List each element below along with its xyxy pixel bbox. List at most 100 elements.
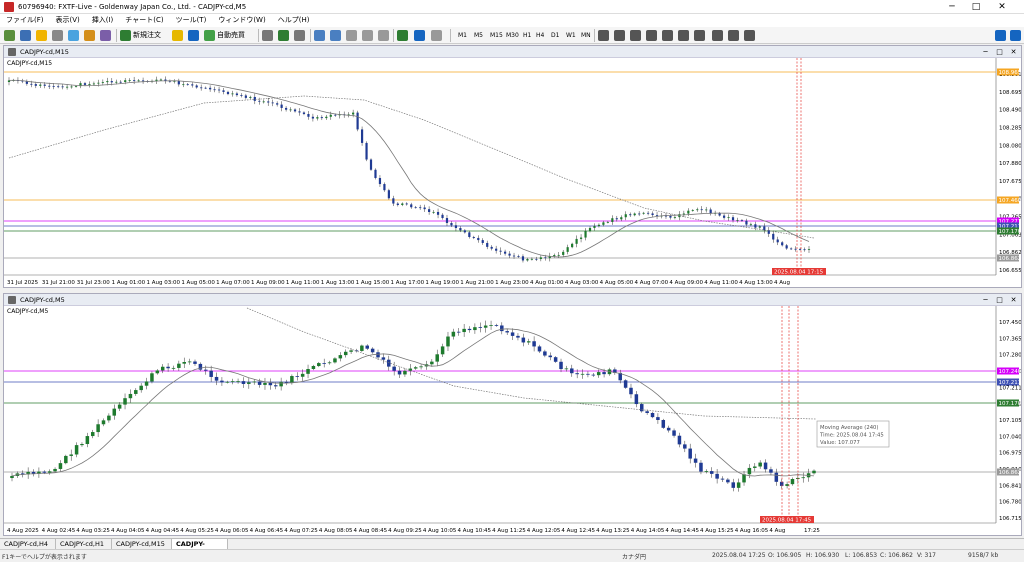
minimize-button[interactable]: ─ — [942, 1, 962, 13]
chart-minimize-button[interactable]: ─ — [980, 295, 991, 305]
chat-icon[interactable] — [1010, 30, 1021, 41]
arrows-icon[interactable] — [744, 30, 755, 41]
candle-body — [396, 203, 399, 206]
chart-window-m15[interactable]: CADJPY-cd,M15 ─ □ ✕ CADJPY-cd,M15 106.90… — [3, 45, 1022, 288]
chart-minimize-button[interactable]: ─ — [980, 47, 991, 57]
menu-help[interactable]: ヘルプ(H) — [272, 14, 316, 27]
signals-icon[interactable] — [188, 30, 199, 41]
candle-body — [754, 224, 757, 228]
price-line-label: 107.170 — [999, 229, 1022, 235]
label-icon[interactable] — [728, 30, 739, 41]
timeframe-d1[interactable]: D1 — [549, 30, 561, 41]
data-window-icon[interactable] — [52, 30, 63, 41]
candle-body — [794, 248, 797, 250]
menu-tools[interactable]: ツール(T) — [170, 14, 213, 27]
candle-body — [74, 445, 79, 455]
editor-icon[interactable] — [172, 30, 183, 41]
tile-windows-icon[interactable] — [346, 30, 357, 41]
candle-body — [262, 101, 265, 103]
new-chart-icon[interactable] — [4, 30, 15, 41]
candle-body — [80, 444, 84, 446]
chart-shift-icon[interactable] — [362, 30, 373, 41]
candle-body — [468, 232, 471, 238]
candle-body — [763, 462, 768, 470]
candlestick-icon[interactable] — [278, 30, 289, 41]
timeframe-m30[interactable]: M30 — [504, 30, 521, 41]
candle-body — [596, 372, 601, 376]
new-order-icon[interactable] — [120, 30, 131, 41]
chart-close-button[interactable]: ✕ — [1008, 47, 1019, 57]
candle-body — [798, 249, 802, 250]
time-tick-label: 4 Aug 11:00 — [704, 280, 738, 286]
candle-body — [463, 230, 466, 233]
price-line-label: 106.862 — [999, 470, 1022, 476]
chart-plot-m15[interactable]: 106.900108.695108.490108.285108.080107.8… — [4, 58, 1021, 287]
vertical-line-icon[interactable] — [630, 30, 641, 41]
chart-close-button[interactable]: ✕ — [1008, 295, 1019, 305]
close-button[interactable]: ✕ — [992, 1, 1012, 13]
time-tick-label: 1 Aug 13:00 — [321, 280, 355, 286]
candle-body — [209, 370, 213, 377]
new-order-button[interactable]: 新規注文 — [133, 29, 161, 42]
maximize-button[interactable]: □ — [966, 1, 986, 13]
ma-tooltip-line: Value: 107.077 — [820, 440, 860, 446]
chart-plot-m5[interactable]: 107.450 107.365 107.280 107.240 107.211 107.1… — [4, 306, 1021, 535]
menu-file[interactable]: ファイル(F) — [0, 14, 50, 27]
timeframe-mn[interactable]: MN — [579, 30, 593, 41]
candle-body — [543, 351, 547, 356]
candle-body — [537, 346, 542, 352]
time-tick-label: 4 Aug 11:25 — [492, 528, 526, 534]
candle-body — [273, 385, 278, 387]
search-icon[interactable] — [995, 30, 1006, 41]
candle-body — [687, 210, 690, 214]
candle-body — [133, 80, 136, 81]
chart-maximize-button[interactable]: □ — [994, 295, 1005, 305]
time-tick-label: 1 Aug 23:00 — [495, 280, 529, 286]
templates-icon[interactable] — [431, 30, 442, 41]
timeframe-m1[interactable]: M1 — [456, 30, 469, 41]
time-tick-label: 4 Aug 10:45 — [457, 528, 491, 534]
periods-icon[interactable] — [414, 30, 425, 41]
channel-icon[interactable] — [678, 30, 689, 41]
timeframe-m15[interactable]: M15 — [488, 30, 505, 41]
auto-trade-button[interactable]: 自動売買 — [217, 29, 245, 42]
price-line-label: 107.170 — [999, 401, 1022, 407]
menu-insert[interactable]: 挿入(I) — [86, 14, 120, 27]
chart-window-m5[interactable]: CADJPY-cd,M5 ─ □ ✕ CADJPY-cd,M5 107.450 1… — [3, 293, 1022, 536]
text-icon[interactable] — [712, 30, 723, 41]
timeframe-h4[interactable]: H4 — [534, 30, 546, 41]
candle-body — [593, 226, 596, 228]
horizontal-line-icon[interactable] — [646, 30, 657, 41]
zoom-in-icon[interactable] — [314, 30, 325, 41]
fibonacci-icon[interactable] — [694, 30, 705, 41]
trendline-icon[interactable] — [662, 30, 673, 41]
strategy-tester-icon[interactable] — [100, 30, 111, 41]
chart-maximize-button[interactable]: □ — [994, 47, 1005, 57]
menu-view[interactable]: 表示(V) — [50, 14, 86, 27]
line-chart-icon[interactable] — [294, 30, 305, 41]
auto-trade-icon[interactable] — [204, 30, 215, 41]
time-tick-label: 4 Aug 13:25 — [596, 528, 630, 534]
menu-chart[interactable]: チャート(C) — [119, 14, 169, 27]
candle-body — [39, 84, 42, 86]
candle-body — [123, 398, 127, 405]
market-watch-icon[interactable] — [36, 30, 47, 41]
candle-body — [700, 209, 703, 211]
cursor-icon[interactable] — [598, 30, 609, 41]
candle-body — [490, 246, 493, 249]
timeframe-m5[interactable]: M5 — [472, 30, 485, 41]
candle-body — [562, 251, 565, 255]
zoom-out-icon[interactable] — [330, 30, 341, 41]
terminal-icon[interactable] — [84, 30, 95, 41]
timeframe-w1[interactable]: W1 — [564, 30, 578, 41]
timeframe-h1[interactable]: H1 — [521, 30, 533, 41]
profiles-icon[interactable] — [20, 30, 31, 41]
navigator-icon[interactable] — [68, 30, 79, 41]
crosshair-icon[interactable] — [614, 30, 625, 41]
bar-chart-icon[interactable] — [262, 30, 273, 41]
menu-window[interactable]: ウィンドウ(W) — [212, 14, 271, 27]
indicators-icon[interactable] — [397, 30, 408, 41]
autoscroll-icon[interactable] — [378, 30, 389, 41]
price-line-label: 107.240 — [999, 369, 1022, 375]
candle-body — [801, 477, 805, 479]
